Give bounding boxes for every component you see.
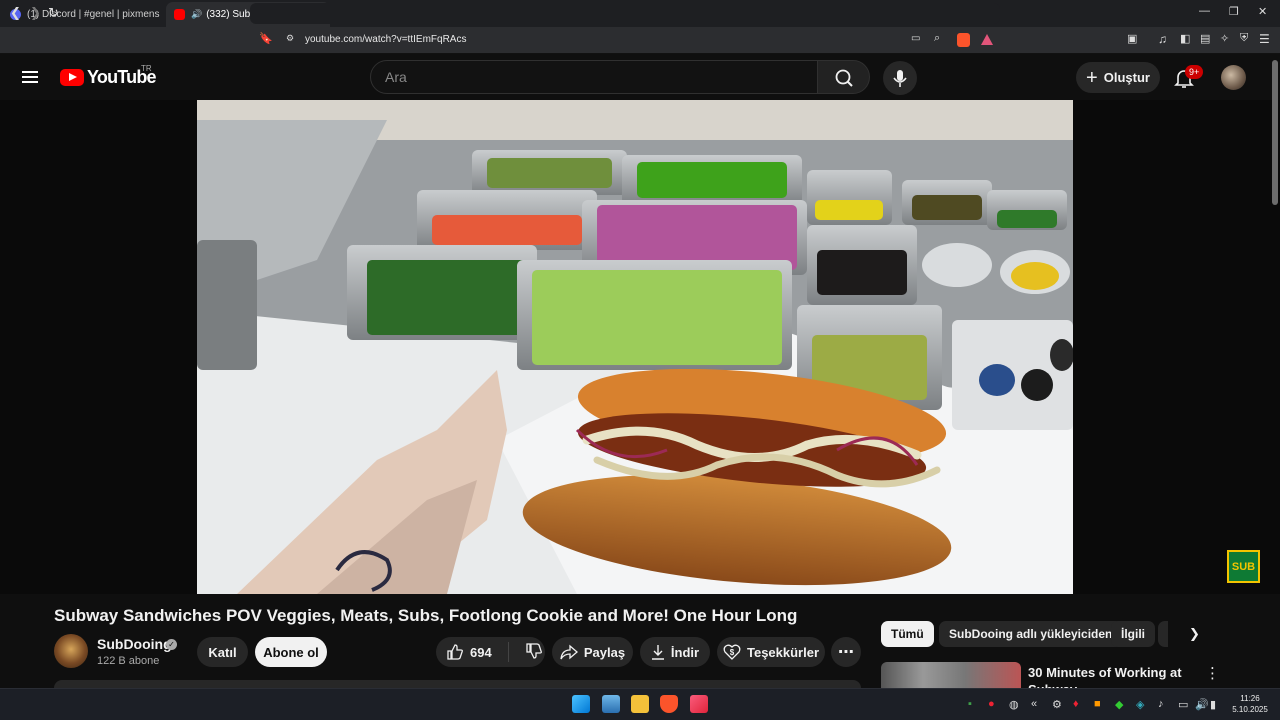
like-divider bbox=[507, 642, 509, 662]
microphone-tray-icon[interactable]: ♪ bbox=[1158, 698, 1164, 710]
tray-icon-8[interactable]: ◆ bbox=[1115, 698, 1123, 711]
verified-badge-icon: ✓ bbox=[166, 639, 177, 650]
clock-time: 11:26 bbox=[1240, 694, 1260, 703]
vpn-icon[interactable]: ⛨ bbox=[1240, 32, 1248, 45]
brave-browser-icon[interactable] bbox=[660, 695, 678, 713]
zoom-icon[interactable]: ⌕ bbox=[934, 32, 940, 45]
forward-icon[interactable]: ❯ bbox=[30, 5, 41, 21]
channel-avatar[interactable] bbox=[54, 634, 88, 668]
chevron-right-icon[interactable]: ❯ bbox=[1189, 626, 1200, 642]
brave-shield-icon[interactable] bbox=[957, 33, 970, 47]
restore-window-button[interactable]: ❐ bbox=[1229, 5, 1239, 18]
like-button[interactable]: 694 bbox=[446, 643, 492, 661]
apple-music-icon[interactable] bbox=[690, 695, 708, 713]
search-button[interactable] bbox=[817, 60, 870, 94]
subway-sandwich-video-image bbox=[197, 100, 1073, 594]
tray-icon-3[interactable]: ◍ bbox=[1009, 698, 1019, 711]
tab-discord[interactable]: (1) Discord | #genel | pixmens bbox=[2, 2, 162, 27]
media-icon[interactable]: ♫ bbox=[1158, 32, 1167, 46]
speaker-icon[interactable]: 🔊 bbox=[191, 9, 202, 20]
search-input[interactable] bbox=[370, 60, 818, 94]
menu-icon[interactable]: ☰ bbox=[1259, 32, 1270, 46]
create-label: Oluştur bbox=[1103, 70, 1150, 85]
share-icon bbox=[560, 644, 578, 660]
create-button[interactable]: + Oluştur bbox=[1076, 62, 1160, 93]
bookmark-icon[interactable]: 🔖 bbox=[259, 32, 273, 45]
thanks-button[interactable]: $ Teşekkürler bbox=[717, 637, 825, 667]
chip-related[interactable]: İlgili bbox=[1111, 621, 1155, 647]
microphone-icon bbox=[893, 70, 907, 87]
battery-icon[interactable]: ▮ bbox=[1210, 698, 1216, 711]
minimize-window-button[interactable]: — bbox=[1199, 5, 1210, 17]
page-scrollbar[interactable] bbox=[1272, 60, 1278, 205]
recommended-video-title[interactable]: 30 Minutes of Working at Subway bbox=[1028, 664, 1198, 688]
account-avatar[interactable] bbox=[1221, 65, 1246, 90]
youtube-logo-icon[interactable] bbox=[60, 69, 84, 86]
plus-icon: + bbox=[1086, 66, 1098, 89]
taskbar-clock[interactable]: 11:26 5.10.2025 bbox=[1228, 693, 1272, 715]
share-label: Paylaş bbox=[583, 644, 626, 660]
reload-icon[interactable]: ↻ bbox=[48, 5, 59, 21]
tray-icon-2[interactable]: ● bbox=[988, 698, 995, 710]
chip-from-uploader[interactable]: SubDooing adlı yükleyiciden bbox=[939, 621, 1123, 647]
video-title: Subway Sandwiches POV Veggies, Meats, Su… bbox=[54, 606, 798, 625]
country-code: TR bbox=[141, 64, 152, 73]
thanks-label: Teşekkürler bbox=[746, 644, 820, 660]
address-bar[interactable] bbox=[250, 3, 1000, 24]
channel-watermark[interactable]: SUB bbox=[1227, 550, 1260, 583]
thumbs-down-icon bbox=[526, 642, 542, 659]
tray-icon-5[interactable]: ⚙ bbox=[1052, 698, 1062, 711]
download-button[interactable]: İndir bbox=[640, 637, 710, 667]
subscribe-button[interactable]: Abone ol bbox=[255, 637, 327, 667]
network-icon[interactable]: ▭ bbox=[1178, 698, 1188, 711]
guide-menu-icon[interactable] bbox=[22, 71, 38, 83]
heart-dollar-icon: $ bbox=[723, 644, 741, 660]
tray-icon-9[interactable]: ◈ bbox=[1136, 698, 1144, 711]
file-explorer-icon[interactable] bbox=[631, 695, 649, 713]
site-info-icon[interactable]: ⚙ bbox=[286, 33, 294, 44]
chip-overflow[interactable] bbox=[1158, 621, 1168, 647]
video-frame[interactable] bbox=[197, 100, 1073, 594]
recommended-menu-icon[interactable]: ⋮ bbox=[1205, 664, 1220, 682]
tray-icon-4[interactable]: « bbox=[1031, 698, 1037, 710]
recommended-video-thumbnail[interactable] bbox=[881, 662, 1021, 688]
tray-icon-6[interactable]: ♦ bbox=[1073, 698, 1079, 710]
channel-name[interactable]: SubDooing bbox=[97, 636, 172, 652]
screenshot-icon[interactable]: ▣ bbox=[1127, 32, 1137, 45]
sidebar-icon[interactable]: ◧ bbox=[1180, 32, 1190, 45]
close-window-button[interactable]: ✕ bbox=[1258, 5, 1267, 18]
like-dislike-group: 694 bbox=[436, 637, 545, 667]
search-icon bbox=[835, 69, 853, 87]
url-text[interactable]: youtube.com/watch?v=ttIEmFqRAcs bbox=[305, 34, 466, 45]
ai-icon[interactable]: ✧ bbox=[1220, 32, 1229, 45]
clock-date: 5.10.2025 bbox=[1232, 705, 1268, 714]
tray-icon-7[interactable]: ■ bbox=[1094, 698, 1101, 710]
download-icon bbox=[651, 645, 664, 660]
widgets-icon[interactable] bbox=[602, 695, 620, 713]
chip-all[interactable]: Tümü bbox=[881, 621, 934, 647]
notification-badge: 9+ bbox=[1185, 65, 1204, 79]
volume-icon[interactable]: 🔊 bbox=[1195, 698, 1209, 711]
tab-title: (1) Discord | #genel | pixmens bbox=[27, 9, 160, 20]
tray-icon-1[interactable]: ▪ bbox=[968, 698, 972, 710]
dislike-button[interactable] bbox=[525, 642, 543, 663]
search-placeholder: Ara bbox=[385, 69, 407, 85]
share-button[interactable]: Paylaş bbox=[552, 637, 633, 667]
more-actions-icon[interactable]: ⋯ bbox=[831, 637, 861, 667]
join-button[interactable]: Katıl bbox=[197, 637, 248, 667]
browser-toolbar bbox=[0, 27, 1280, 54]
cast-icon[interactable]: ▭ bbox=[911, 33, 920, 44]
thumbs-up-icon bbox=[447, 644, 463, 660]
brave-rewards-icon[interactable] bbox=[981, 34, 993, 45]
youtube-favicon-icon bbox=[174, 9, 185, 20]
svg-text:$: $ bbox=[730, 648, 735, 657]
like-count: 694 bbox=[470, 644, 492, 660]
subscriber-count: 122 B abone bbox=[97, 655, 160, 667]
start-windows-icon[interactable] bbox=[572, 695, 590, 713]
wallet-icon[interactable]: ▤ bbox=[1200, 32, 1210, 45]
back-icon[interactable]: ❮ bbox=[10, 5, 21, 21]
download-label: İndir bbox=[670, 644, 700, 660]
voice-search-button[interactable] bbox=[883, 61, 917, 95]
